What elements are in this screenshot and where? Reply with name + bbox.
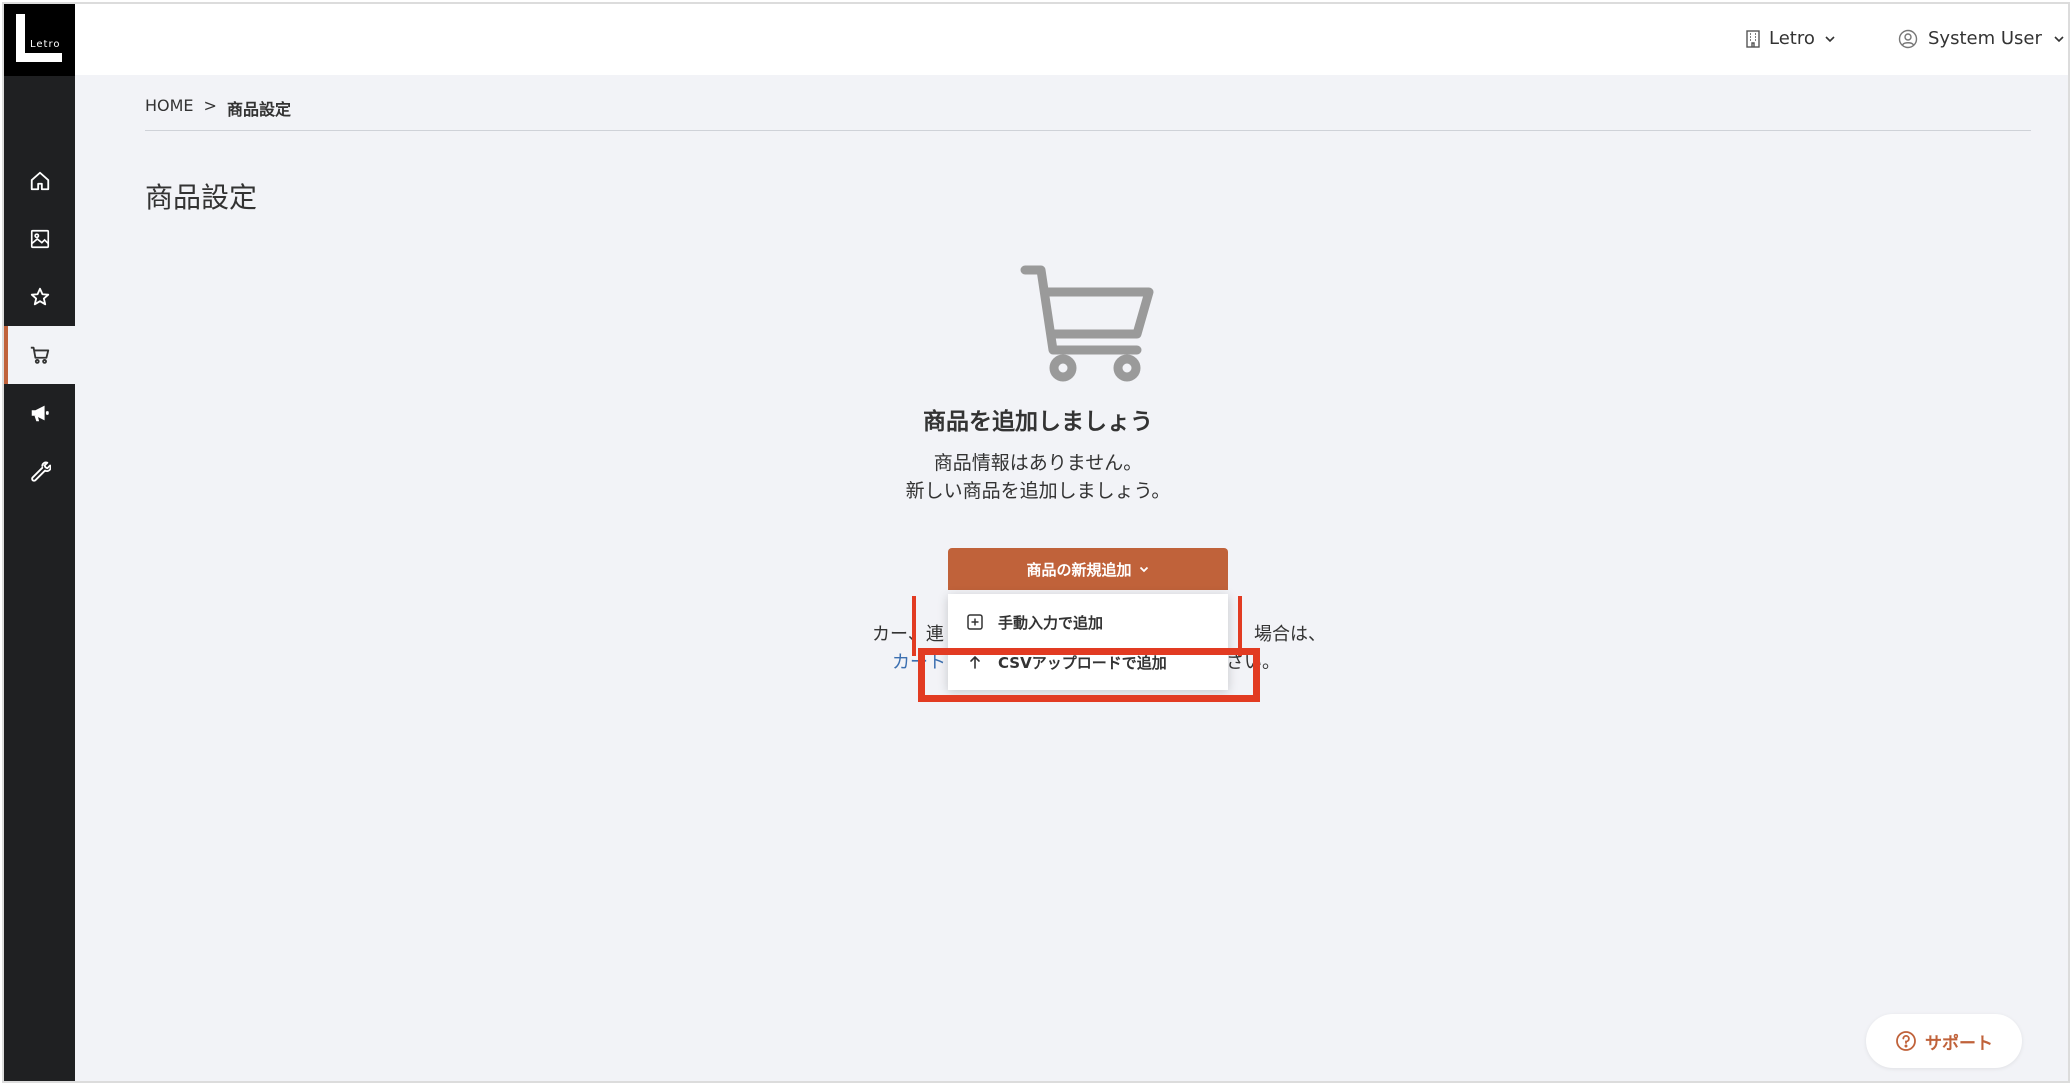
star-icon — [30, 287, 49, 306]
user-label: System User — [1928, 28, 2042, 49]
app-window: Letro Letro System User HOME > 商品設定 商品設定… — [2, 2, 2070, 1083]
plus-square-icon — [967, 614, 983, 630]
cart-icon — [30, 346, 49, 364]
top-header: Letro System User — [75, 4, 2068, 75]
empty-state-text: 新しい商品を追加しましょう。 — [905, 480, 1171, 502]
add-product-label: 商品の新規追加 — [1026, 560, 1132, 579]
empty-state-text: 商品情報はありません。 — [933, 452, 1143, 474]
chevron-down-icon — [1825, 35, 1835, 42]
sidebar: Letro — [4, 4, 75, 1081]
highlight-annotation — [1238, 596, 1242, 656]
building-icon — [1746, 29, 1760, 48]
menu-item-manual-add[interactable]: 手動入力で追加 — [948, 602, 1228, 642]
logo[interactable]: Letro — [4, 4, 75, 76]
chevron-down-icon — [1139, 566, 1148, 573]
sidebar-item-home[interactable] — [4, 152, 75, 210]
empty-state-heading: 商品を追加しましょう — [923, 409, 1153, 435]
menu-item-label: 手動入力で追加 — [998, 613, 1104, 632]
breadcrumb-home[interactable]: HOME — [145, 96, 194, 120]
user-menu[interactable]: System User — [1898, 28, 2066, 49]
home-icon — [30, 171, 49, 191]
hint-text: カー、連 — [872, 624, 944, 645]
sidebar-item-images[interactable] — [4, 210, 75, 268]
org-label: Letro — [1769, 28, 1815, 49]
page-title: 商品設定 — [145, 181, 258, 214]
sidebar-item-favorites[interactable] — [4, 268, 75, 326]
chevron-down-icon — [2054, 35, 2064, 42]
add-product-button[interactable]: 商品の新規追加 — [948, 548, 1228, 590]
breadcrumb-current: 商品設定 — [226, 100, 291, 119]
breadcrumb-separator: > — [203, 96, 217, 115]
support-label: サポート — [1925, 1033, 1993, 1054]
image-icon — [30, 229, 49, 249]
divider — [145, 130, 2031, 131]
org-switcher[interactable]: Letro — [1745, 28, 1837, 49]
user-avatar-icon — [1898, 29, 1918, 48]
help-circle-icon — [1896, 1031, 1916, 1051]
breadcrumb: HOME > 商品設定 — [145, 96, 291, 120]
empty-cart-icon — [1019, 262, 1159, 386]
logo-text: Letro — [30, 39, 61, 50]
sidebar-item-products[interactable] — [4, 326, 75, 384]
support-button[interactable]: サポート — [1866, 1014, 2022, 1068]
highlight-annotation — [918, 648, 1260, 702]
hint-text: 場合は、 — [1254, 624, 1326, 645]
highlight-annotation — [912, 596, 916, 656]
